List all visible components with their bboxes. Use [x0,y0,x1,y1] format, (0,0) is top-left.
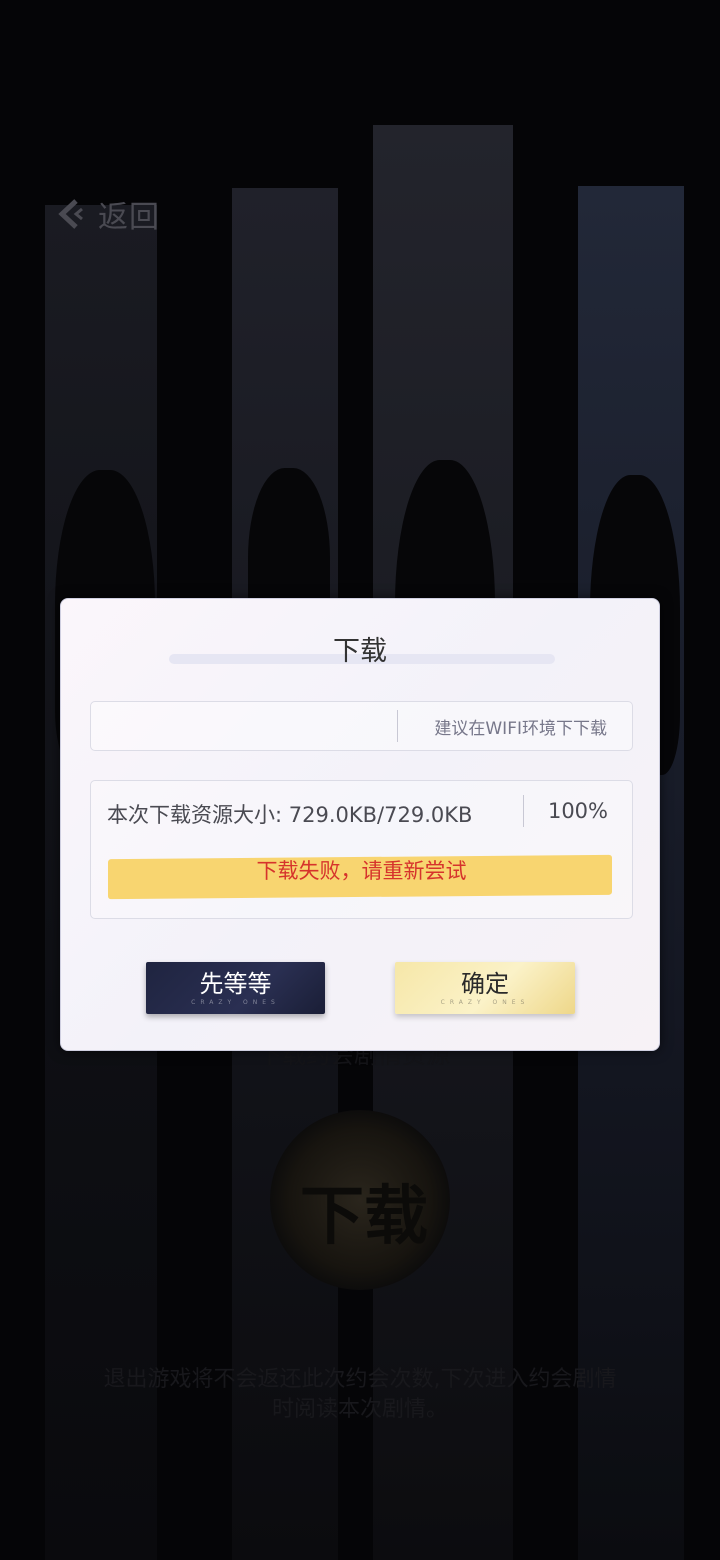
error-message: 下载失败，请重新尝试 [256,859,467,883]
wifi-hint: 建议在WIFI环境下下载 [434,719,607,739]
download-badge-label: 下载 [300,1179,428,1254]
back-arrow-icon [58,199,83,229]
wait-button-label: 先等等 [199,969,272,998]
back-label: 返回 [98,200,160,235]
dialog-title: 下载 [333,636,387,667]
divider [397,710,398,742]
confirm-button-sublabel: CRAZY ONES [440,998,530,1006]
wait-button[interactable]: 先等等 CRAZY ONES [146,962,325,1014]
wifi-hint-box: 建议在WIFI环境下下载 [90,701,633,751]
exit-warning-note: 退出游戏将不会返还此次约会次数,下次进入约会剧情时阅读本次剧情。 [103,1367,617,1422]
confirm-button-label: 确定 [461,969,509,998]
confirm-button[interactable]: 确定 CRAZY ONES [395,962,575,1014]
download-info-box: 本次下载资源大小: 729.0KB/729.0KB 100% 下载失败，请重新尝… [90,780,633,919]
download-size-label: 本次下载资源大小: 729.0KB/729.0KB [107,803,473,827]
download-percent: 100% [547,799,608,823]
download-dialog: 下载 建议在WIFI环境下下载 本次下载资源大小: 729.0KB/729.0K… [60,598,660,1051]
divider [523,795,524,827]
wait-button-sublabel: CRAZY ONES [191,998,280,1006]
back-button[interactable]: 返回 [54,192,160,236]
